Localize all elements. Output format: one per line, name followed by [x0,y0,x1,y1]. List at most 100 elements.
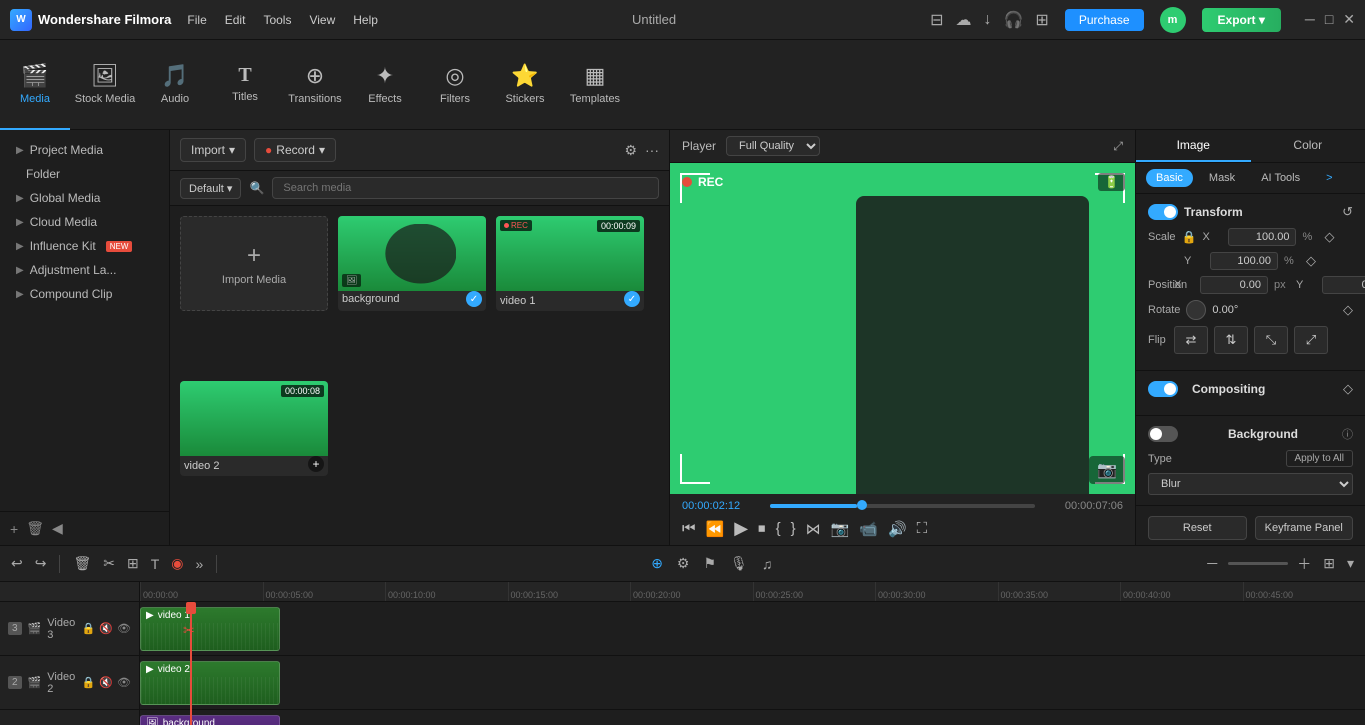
menu-edit[interactable]: Edit [225,13,246,27]
tool-stock[interactable]: 🖼 Stock Media [70,40,140,130]
tab-image[interactable]: Image [1136,130,1251,162]
flip-vertical-button[interactable]: ⇅ [1214,326,1248,354]
minimize-icon[interactable]: ⊟ [930,10,943,30]
stop-icon[interactable]: ⏹ [758,520,766,537]
tool-filters[interactable]: ◎ Filters [420,40,490,130]
blur-type-select[interactable]: Blur [1148,473,1353,495]
tl-clip-background[interactable]: 🖼 background [140,715,280,725]
import-button[interactable]: Import ▾ [180,138,246,162]
media-item-background[interactable]: 🖼 background ✓ [338,216,486,311]
tl-more-button[interactable]: » [193,553,207,575]
tool-titles[interactable]: T Titles [210,40,280,130]
win-close[interactable]: ✕ [1343,11,1355,28]
mark-out-icon[interactable]: } [791,520,796,537]
position-x-input[interactable] [1200,276,1268,294]
track2-lock-icon[interactable]: 🔒 [82,676,96,689]
search-input[interactable] [272,177,659,199]
tl-grid-button[interactable]: ⊞ [1320,552,1338,575]
tl-zoom-slider[interactable] [1228,562,1288,565]
split-icon[interactable]: ⋈ [806,520,821,538]
tl-undo-button[interactable]: ↩ [8,552,26,575]
record-button[interactable]: ● Record ▾ [254,138,336,162]
win-maximize[interactable]: □ [1325,11,1333,28]
tl-delete-button[interactable]: 🗑 [70,552,94,575]
audio-icon[interactable]: 🔊 [888,520,907,538]
filter-icon[interactable]: ⚙ [624,142,637,159]
headphone-icon[interactable]: 🎧 [1003,10,1023,30]
compositing-toggle[interactable] [1148,381,1178,397]
scale-x-reset-icon[interactable]: ◇ [1324,229,1334,245]
track2-eye-icon[interactable]: 👁 [117,676,131,689]
position-y-input[interactable] [1322,276,1365,294]
tool-transitions[interactable]: ⊕ Transitions [280,40,350,130]
rotate-reset-icon[interactable]: ◇ [1343,302,1353,318]
cloud-icon[interactable]: ☁ [955,10,971,30]
flip-diagonal1-button[interactable]: ⤡ [1254,326,1288,354]
tool-stickers[interactable]: ⭐ Stickers [490,40,560,130]
delete-icon[interactable]: 🗑 [26,520,44,537]
progress-bar[interactable] [770,504,1035,508]
track3-mute-icon[interactable]: 🔇 [99,622,113,635]
transform-reset-icon[interactable]: ↺ [1342,204,1353,220]
keyframe-panel-button[interactable]: Keyframe Panel [1255,516,1354,540]
subtab-basic[interactable]: Basic [1146,169,1193,187]
sidebar-item-global-media[interactable]: ▶ Global Media [0,186,169,210]
media-item-video2[interactable]: 00:00:08 video 2 + [180,381,328,476]
tool-effects[interactable]: ✦ Effects [350,40,420,130]
subtab-mask[interactable]: Mask [1199,169,1245,187]
mark-in-icon[interactable]: { [776,520,781,537]
scale-y-reset-icon[interactable]: ◇ [1306,253,1316,269]
tl-text-button[interactable]: T [148,553,163,575]
tl-redo-button[interactable]: ↪ [32,552,50,575]
background-toggle[interactable] [1148,426,1178,442]
menu-help[interactable]: Help [353,13,378,27]
scale-x-input[interactable] [1228,228,1296,246]
play-icon[interactable]: ▶ [734,518,748,539]
purchase-button[interactable]: Purchase [1065,9,1144,31]
tl-zoom-out-button[interactable]: － [1202,551,1222,577]
tl-record-button[interactable]: 🎙 [727,552,751,575]
media-item-video1[interactable]: REC 00:00:09 video 1 ✓ [496,216,644,311]
export-button[interactable]: Export ▾ [1202,8,1281,32]
tl-snap-button[interactable]: ⊕ [648,552,666,575]
tl-cut-button[interactable]: ✂ [100,552,118,575]
background-info-icon[interactable]: ⓘ [1342,426,1353,442]
lock-icon[interactable]: 🔒 [1182,230,1197,244]
sidebar-item-influence-kit[interactable]: ▶ Influence Kit NEW [0,234,169,258]
tl-crop-button[interactable]: ⊞ [124,552,142,575]
fullscreen-icon[interactable]: ⛶ [917,520,928,537]
sidebar-item-folder[interactable]: Folder [0,162,169,186]
tl-more2-button[interactable]: ▾ [1344,552,1357,575]
menu-tools[interactable]: Tools [263,13,291,27]
menu-file[interactable]: File [187,13,206,27]
flip-horizontal-button[interactable]: ⇄ [1174,326,1208,354]
tl-audio-button[interactable]: ♫ [759,553,776,575]
apply-all-button[interactable]: Apply to All [1286,450,1353,467]
tl-settings-button[interactable]: ⚙ [674,552,693,575]
tl-clip-video2[interactable]: ▶ video 2 [140,661,280,705]
flip-diagonal2-button[interactable]: ⤢ [1294,326,1328,354]
apps-icon[interactable]: ⊞ [1035,10,1048,30]
video2-add-icon[interactable]: + [308,456,324,472]
rotate-circle[interactable] [1186,300,1206,320]
transform-toggle[interactable] [1148,204,1178,220]
reset-button[interactable]: Reset [1148,516,1247,540]
scale-y-input[interactable] [1210,252,1278,270]
tl-color-button[interactable]: ◉ [168,552,186,575]
subtab-ai-tools[interactable]: AI Tools [1251,169,1310,187]
sidebar-item-cloud-media[interactable]: ▶ Cloud Media [0,210,169,234]
tab-color[interactable]: Color [1251,130,1365,162]
download-icon[interactable]: ↓ [983,11,991,29]
camera-record-icon[interactable]: 📹 [859,520,878,538]
track3-lock-icon[interactable]: 🔒 [82,622,96,635]
sidebar-item-compound-clip[interactable]: ▶ Compound Clip [0,282,169,306]
tl-marker-button[interactable]: ⚑ [700,552,719,575]
compositing-reset-icon[interactable]: ◇ [1343,381,1353,397]
quality-select[interactable]: Full Quality [726,136,820,156]
import-media-placeholder[interactable]: + Import Media [180,216,328,311]
sidebar-item-project-media[interactable]: ▶ Project Media [0,138,169,162]
subtab-more[interactable]: > [1316,169,1342,187]
tool-templates[interactable]: ▦ Templates [560,40,630,130]
go-start-icon[interactable]: ⏮ [682,520,696,537]
more-options-icon[interactable]: ··· [645,142,659,158]
